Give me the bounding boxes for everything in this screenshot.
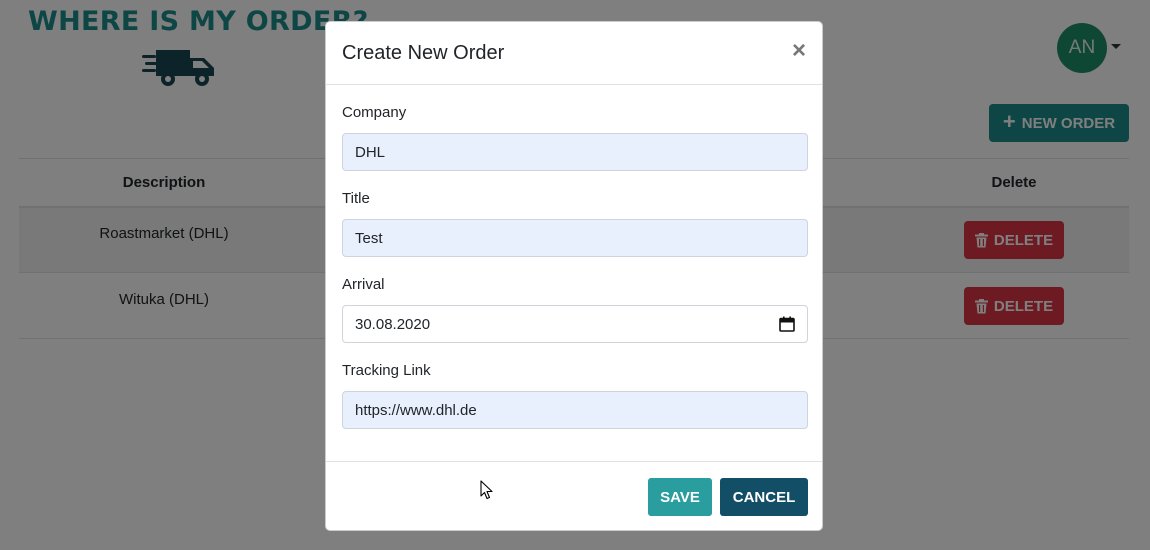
modal-footer: SAVE CANCEL	[326, 461, 822, 531]
title-value: Test	[355, 229, 383, 247]
create-order-modal: Create New Order × Company DHL Title Tes…	[325, 21, 823, 531]
title-field[interactable]: Test	[342, 219, 808, 257]
tracking-link-field[interactable]: https://www.dhl.de	[342, 391, 808, 429]
arrival-date-field[interactable]: 30.08.2020	[342, 305, 808, 343]
title-label: Title	[342, 190, 370, 207]
company-value: DHL	[355, 143, 386, 161]
tracking-link-value: https://www.dhl.de	[355, 401, 477, 419]
tracking-link-label: Tracking Link	[342, 362, 431, 379]
cancel-button[interactable]: CANCEL	[720, 478, 808, 516]
modal-title: Create New Order	[342, 42, 505, 64]
calendar-icon[interactable]	[779, 316, 795, 332]
save-button[interactable]: SAVE	[648, 478, 712, 516]
company-label: Company	[342, 104, 407, 121]
arrival-value: 30.08.2020	[355, 315, 431, 333]
mouse-cursor-icon	[480, 480, 493, 500]
company-field[interactable]: DHL	[342, 133, 808, 171]
modal-header: Create New Order ×	[326, 22, 822, 85]
close-icon[interactable]: ×	[792, 39, 806, 63]
arrival-label: Arrival	[342, 276, 385, 293]
